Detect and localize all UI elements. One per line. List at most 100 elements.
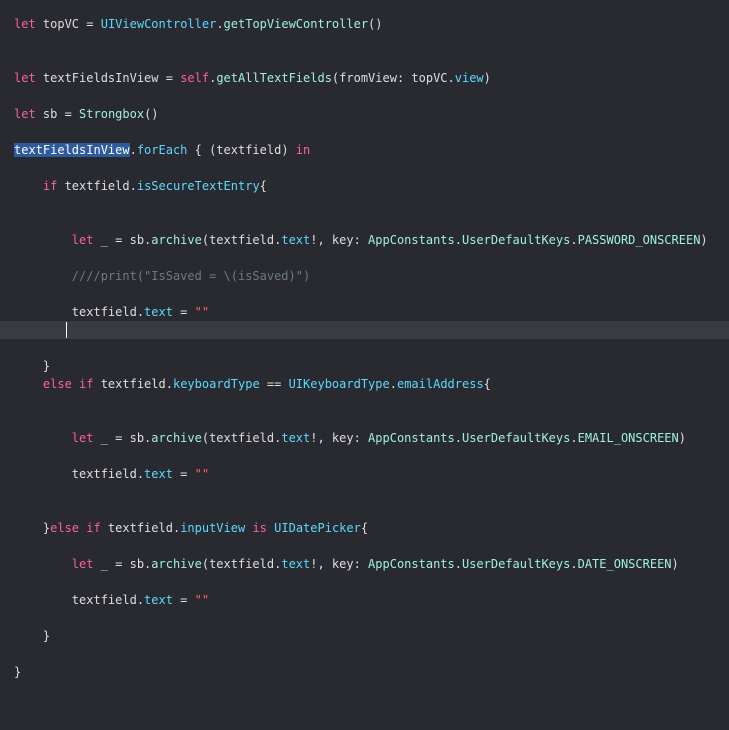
- code-token: text: [144, 593, 173, 607]
- code-token: is: [252, 521, 267, 535]
- code-line[interactable]: }: [14, 627, 729, 645]
- code-token: textfield.: [57, 179, 137, 193]
- code-token: let: [71, 233, 94, 247]
- code-token: .: [129, 143, 137, 157]
- code-token: (fromView: topVC.: [331, 71, 455, 85]
- code-token: let: [71, 431, 94, 445]
- code-line[interactable]: let _ = sb.archive(textfield.text!, key:…: [14, 429, 729, 447]
- code-token: ): [700, 233, 708, 247]
- code-token: isSecureTextEntry: [136, 179, 260, 193]
- code-line[interactable]: let topVC = UIViewController.getTopViewC…: [14, 15, 729, 33]
- code-token: textFieldsInView =: [35, 71, 181, 85]
- code-line[interactable]: else if textfield.keyboardType == UIKeyb…: [14, 375, 729, 393]
- code-line[interactable]: let sb = Strongbox(): [14, 105, 729, 123]
- code-token: textfield.: [14, 467, 145, 481]
- code-token: textfield.: [14, 305, 145, 319]
- code-token: UserDefaultKeys: [461, 557, 571, 571]
- code-token: UIKeyboardType: [288, 377, 390, 391]
- code-line[interactable]: let textFieldsInView = self.getAllTextFi…: [14, 69, 729, 87]
- code-token: (): [368, 17, 383, 31]
- code-token: archive: [151, 431, 202, 445]
- code-token: .: [454, 557, 462, 571]
- code-token: else if: [50, 521, 101, 535]
- code-token: {: [360, 521, 369, 535]
- code-token: (): [144, 107, 159, 121]
- code-token: archive: [151, 557, 202, 571]
- code-token: textfield.: [93, 377, 173, 391]
- code-token: inputView: [180, 521, 246, 535]
- code-token: ////print("IsSaved = \(isSaved)"): [71, 269, 311, 283]
- code-token: let: [14, 71, 36, 85]
- code-token: !, key:: [310, 431, 369, 445]
- code-token: {: [259, 179, 267, 193]
- code-token: UserDefaultKeys: [461, 233, 571, 247]
- code-token: }: [14, 521, 51, 535]
- code-token: (textfield.: [201, 431, 282, 445]
- text-cursor: [66, 322, 67, 338]
- code-token: let: [71, 557, 94, 571]
- code-token: "": [194, 467, 210, 481]
- code-token: !, key:: [310, 233, 369, 247]
- code-line[interactable]: if textfield.isSecureTextEntry{: [14, 177, 729, 195]
- code-token: }: [14, 629, 51, 643]
- code-token: _ = sb.: [93, 557, 152, 571]
- code-token: =: [172, 305, 195, 319]
- code-token: (textfield.: [201, 557, 282, 571]
- code-token: !, key:: [310, 557, 369, 571]
- current-line-highlight: [0, 321, 729, 339]
- code-line[interactable]: textfield.text = "": [14, 303, 729, 321]
- code-token: ==: [259, 377, 289, 391]
- code-line[interactable]: }: [14, 663, 729, 681]
- code-token: topVC =: [35, 17, 101, 31]
- code-line[interactable]: let _ = sb.archive(textfield.text!, key:…: [14, 555, 729, 573]
- code-token: .: [454, 233, 462, 247]
- code-line[interactable]: ////print("IsSaved = \(isSaved)"): [14, 267, 729, 285]
- code-token: let: [14, 107, 36, 121]
- code-token: EMAIL_ONSCREEN: [577, 431, 679, 445]
- code-line[interactable]: textfield.text = "": [14, 591, 729, 609]
- code-token: }: [14, 359, 51, 373]
- code-token: UIDatePicker: [274, 521, 361, 535]
- code-token: .: [216, 17, 224, 31]
- code-token: emailAddress: [396, 377, 484, 391]
- code-token: AppConstants: [368, 557, 455, 571]
- code-token: view: [454, 71, 484, 85]
- code-token: .: [454, 431, 462, 445]
- code-line[interactable]: textFieldsInView.forEach { (textfield) i…: [14, 141, 729, 159]
- code-token: _ = sb.: [93, 233, 152, 247]
- code-token: =: [172, 593, 195, 607]
- code-token: text: [144, 467, 173, 481]
- code-token: =: [172, 467, 195, 481]
- code-token: else if: [42, 377, 94, 391]
- code-token: ): [483, 71, 491, 85]
- code-token: ): [678, 431, 686, 445]
- code-token: .: [570, 233, 578, 247]
- code-line[interactable]: }else if textfield.inputView is UIDatePi…: [14, 519, 729, 537]
- code-token: forEach: [136, 143, 188, 157]
- code-token: .: [570, 431, 578, 445]
- code-token: PASSWORD_ONSCREEN: [577, 233, 701, 247]
- code-token: AppConstants: [368, 431, 455, 445]
- code-token: }: [14, 665, 22, 679]
- code-token: { (textfield): [187, 143, 296, 157]
- code-token: text: [281, 233, 311, 247]
- code-token: UIViewController: [100, 17, 217, 31]
- code-token: .: [570, 557, 578, 571]
- code-editor[interactable]: let topVC = UIViewController.getTopViewC…: [0, 0, 729, 730]
- code-line[interactable]: }: [14, 357, 729, 375]
- code-token: text: [281, 431, 311, 445]
- code-line[interactable]: let _ = sb.archive(textfield.text!, key:…: [14, 231, 729, 249]
- code-token: text: [281, 557, 311, 571]
- code-token: textfield.: [100, 521, 181, 535]
- selected-token: textFieldsInView: [14, 143, 130, 157]
- code-token: (textfield.: [201, 233, 282, 247]
- code-token: DATE_ONSCREEN: [577, 557, 672, 571]
- code-line[interactable]: textfield.text = "": [14, 465, 729, 483]
- code-token: _ = sb.: [93, 431, 152, 445]
- code-token: keyboardType: [172, 377, 260, 391]
- code-token: ): [671, 557, 679, 571]
- code-token: text: [144, 305, 173, 319]
